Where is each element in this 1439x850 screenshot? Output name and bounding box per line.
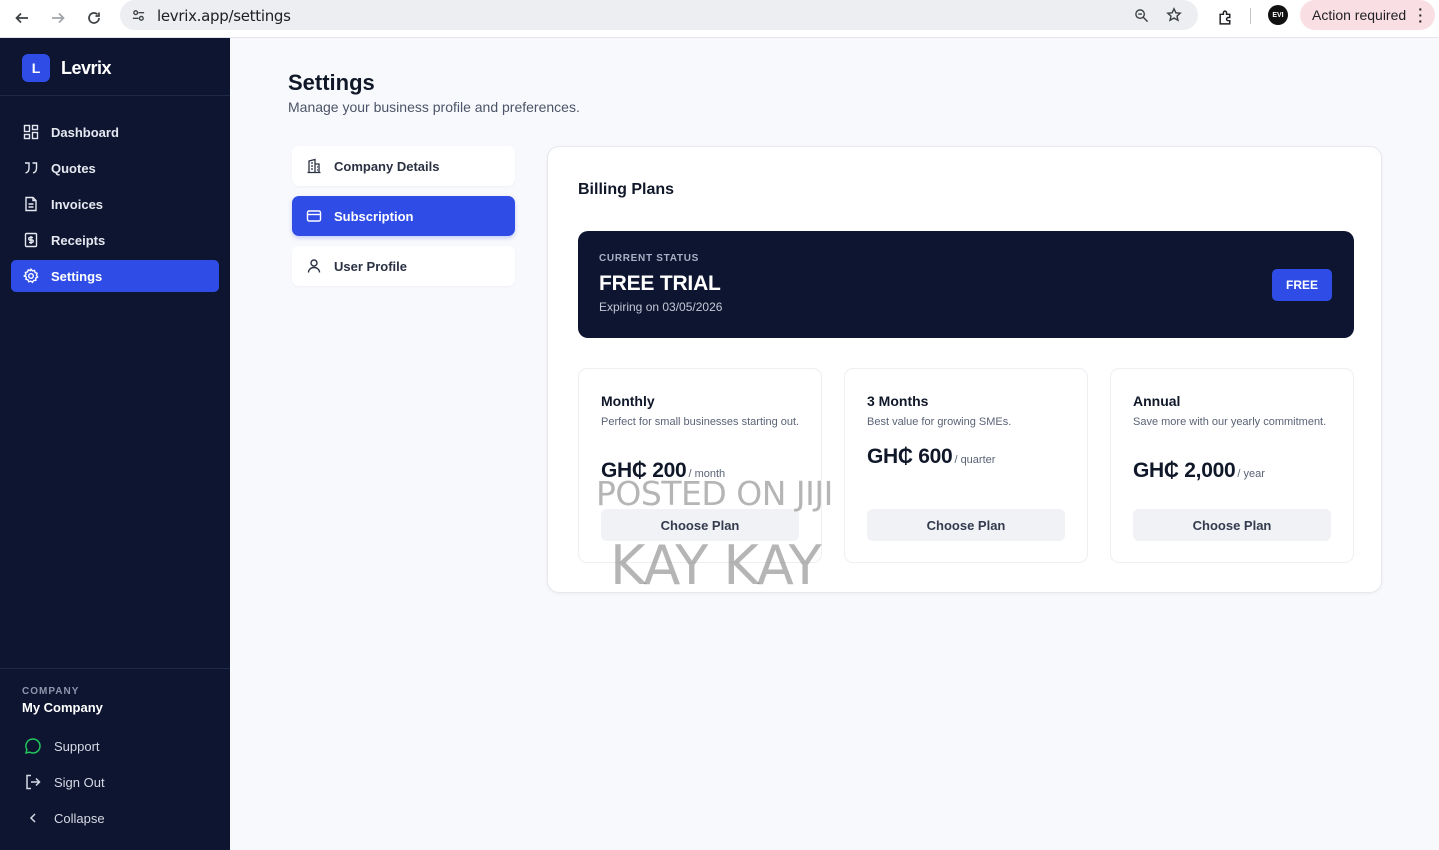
- plan-name: 3 Months: [867, 393, 929, 409]
- company-name: My Company: [22, 700, 103, 715]
- bookmark-star-icon[interactable]: [1164, 5, 1184, 25]
- sidebar-item-label: Settings: [51, 268, 103, 284]
- plan-price: GH₵ 600 / quarter: [867, 445, 995, 469]
- sidebar: L Levrix Dashboard Quotes Invoices Recei…: [0, 38, 230, 850]
- plan-card-3-months: 3 Months Best value for growing SMEs. GH…: [844, 368, 1088, 563]
- choose-plan-button[interactable]: Choose Plan: [867, 509, 1065, 541]
- plan-card-monthly: Monthly Perfect for small businesses sta…: [578, 368, 822, 563]
- sidebar-item-label: Quotes: [51, 160, 96, 176]
- status-label: CURRENT STATUS: [599, 253, 699, 264]
- company-label: COMPANY: [22, 686, 80, 697]
- sidebar-item-invoices[interactable]: Invoices: [11, 188, 219, 220]
- plan-card-annual: Annual Save more with our yearly commitm…: [1110, 368, 1354, 563]
- page-title: Settings: [288, 70, 375, 95]
- kebab-menu-icon[interactable]: · · ·: [1418, 2, 1423, 28]
- plan-description: Save more with our yearly commitment.: [1133, 416, 1327, 428]
- browser-toolbar: levrix.app/settings EVI Action required …: [0, 0, 1439, 38]
- current-status-panel: CURRENT STATUS FREE TRIAL Expiring on 03…: [578, 231, 1354, 338]
- toolbar-divider: [1250, 8, 1251, 24]
- price-period: / year: [1237, 468, 1265, 480]
- support-link[interactable]: Support: [24, 734, 100, 758]
- brand-logo: L: [22, 54, 50, 82]
- tab-user-profile[interactable]: User Profile: [292, 246, 515, 286]
- card-title: Billing Plans: [578, 181, 675, 198]
- url-text[interactable]: levrix.app/settings: [157, 7, 291, 25]
- dashboard-icon: [23, 124, 39, 140]
- sidebar-divider: [0, 668, 230, 669]
- choose-plan-button[interactable]: Choose Plan: [1133, 509, 1331, 541]
- plan-description: Perfect for small businesses starting ou…: [601, 416, 800, 428]
- price-period: / quarter: [954, 454, 996, 466]
- zoom-icon[interactable]: [1131, 5, 1151, 25]
- tab-label: Company Details: [334, 158, 440, 174]
- choose-plan-button[interactable]: Choose Plan: [601, 509, 799, 541]
- extensions-puzzle-icon[interactable]: [1212, 4, 1238, 30]
- price-amount: GH₵ 600: [867, 445, 953, 468]
- sign-out-button[interactable]: Sign Out: [24, 770, 105, 794]
- credit-card-icon: [306, 210, 322, 222]
- receipt-icon: [24, 232, 38, 248]
- chat-bubble-icon: [24, 738, 41, 754]
- sidebar-item-settings[interactable]: Settings: [11, 260, 219, 292]
- building-icon: [307, 158, 321, 174]
- brand-name: Levrix: [61, 57, 112, 78]
- forward-arrow-icon[interactable]: [44, 4, 72, 32]
- quotes-icon: [25, 162, 38, 174]
- sidebar-item-dashboard[interactable]: Dashboard: [11, 116, 219, 148]
- support-label: Support: [54, 738, 100, 754]
- status-expiry: Expiring on 03/05/2026: [599, 300, 723, 314]
- tab-label: Subscription: [334, 208, 414, 224]
- back-arrow-icon[interactable]: [8, 4, 36, 32]
- gear-icon: [23, 268, 39, 284]
- invoice-icon: [25, 196, 37, 212]
- profile-avatar[interactable]: EVI: [1268, 5, 1288, 25]
- brand[interactable]: L Levrix: [22, 54, 112, 82]
- action-required-label: Action required: [1312, 7, 1407, 23]
- plan-description: Best value for growing SMEs.: [867, 416, 1012, 428]
- sidebar-item-label: Receipts: [51, 232, 106, 248]
- collapse-label: Collapse: [54, 810, 105, 826]
- sidebar-item-label: Dashboard: [51, 124, 119, 140]
- plan-price: GH₵ 2,000 / year: [1133, 459, 1265, 483]
- sidebar-item-quotes[interactable]: Quotes: [11, 152, 219, 184]
- tab-company-details[interactable]: Company Details: [292, 146, 515, 186]
- plan-name: Monthly: [601, 393, 655, 409]
- action-required-button[interactable]: Action required · · ·: [1300, 0, 1435, 30]
- site-settings-icon[interactable]: [128, 5, 148, 25]
- price-amount: GH₵ 200: [601, 459, 687, 482]
- status-badge: FREE: [1272, 269, 1332, 301]
- billing-plans-card: Billing Plans CURRENT STATUS FREE TRIAL …: [547, 146, 1382, 593]
- sidebar-item-label: Invoices: [51, 196, 104, 212]
- sign-out-label: Sign Out: [54, 774, 105, 790]
- reload-icon[interactable]: [80, 4, 108, 32]
- price-period: / month: [688, 468, 726, 480]
- tab-subscription[interactable]: Subscription: [292, 196, 515, 236]
- sign-out-icon: [26, 774, 41, 790]
- plan-price: GH₵ 200 / month: [601, 459, 725, 483]
- status-value: FREE TRIAL: [599, 272, 721, 295]
- price-amount: GH₵ 2,000: [1133, 459, 1236, 482]
- address-bar[interactable]: levrix.app/settings: [120, 0, 1198, 30]
- page-subtitle: Manage your business profile and prefere…: [288, 99, 580, 115]
- plan-name: Annual: [1133, 393, 1181, 409]
- user-icon: [307, 259, 321, 273]
- sidebar-divider: [0, 95, 230, 96]
- tab-label: User Profile: [334, 258, 407, 274]
- collapse-button[interactable]: Collapse: [24, 806, 105, 830]
- sidebar-item-receipts[interactable]: Receipts: [11, 224, 219, 256]
- chevron-left-icon: [29, 813, 36, 823]
